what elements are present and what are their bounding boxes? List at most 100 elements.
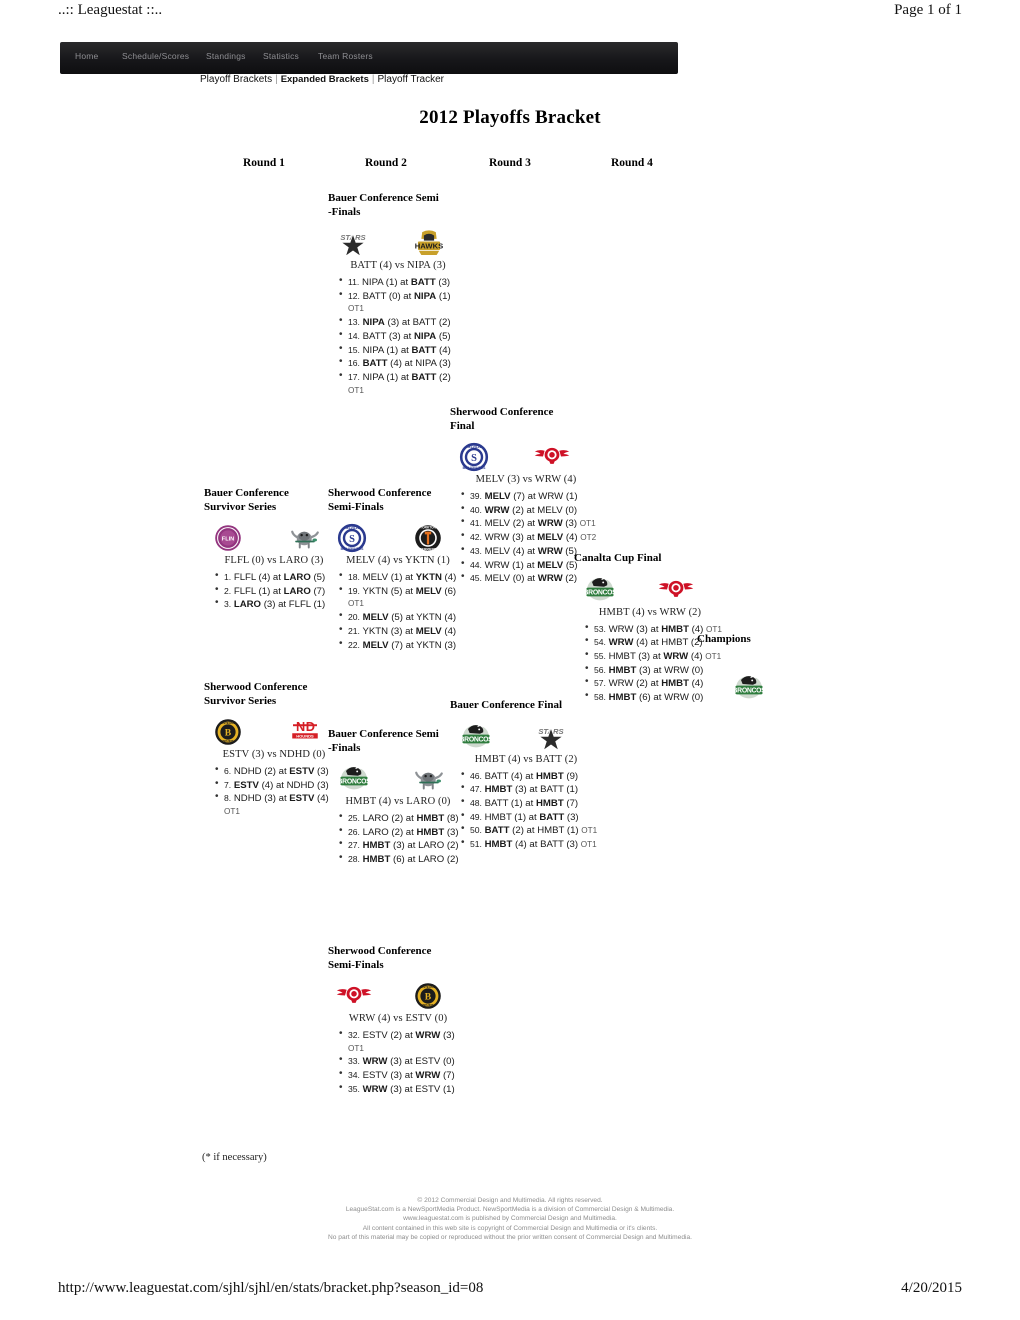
round-header-round-1: Round 1 [243, 157, 285, 169]
game-result: 3. LARO (3) at FLFL (1) [215, 597, 344, 612]
game-result: 34. ESTV (3) at WRW (7) [339, 1068, 468, 1083]
champions-logo: BRONCOS [731, 672, 775, 712]
game-result: 32. ESTV (2) at WRW (3) OT1 [339, 1028, 468, 1055]
game-result: 22. MELV (7) at YKTN (3) [339, 638, 468, 653]
svg-text:YORKTON: YORKTON [420, 526, 437, 530]
game-result: 16. BATT (4) at NIPA (3) [339, 356, 468, 371]
svg-text:ESTEVAN: ESTEVAN [421, 985, 434, 989]
series-game-list: 6. NDHD (2) at ESTV (3)7. ESTV (4) at ND… [204, 764, 344, 819]
print-header: ..:: Leaguestat ::.. Page 1 of 1 [0, 2, 1020, 28]
series-title: Sherwood Conference Survivor Series [204, 681, 308, 707]
round-header-round-2: Round 2 [365, 157, 407, 169]
svg-text:S: S [471, 453, 477, 464]
game-result: 57. WRW (2) at HMBT (4) [585, 676, 726, 691]
game-result: 13. NIPA (3) at BATT (2) [339, 315, 468, 330]
footer-line: www.leaguestat.com is published by Comme… [403, 1215, 617, 1223]
series-game-list: 1. FLFL (4) at LARO (5)2. FLFL (1) at LA… [204, 570, 344, 612]
svg-text:FLIN: FLIN [222, 536, 234, 542]
game-result: 56. HMBT (3) at WRW (0) [585, 663, 726, 678]
series-matchup: HMBT (4) vs LARO (0) [345, 796, 451, 807]
game-result: 20. MELV (5) at YKTN (4) [339, 610, 468, 625]
game-result: 58. HMBT (6) at WRW (0) [585, 690, 726, 705]
estv-bruins-logo: B ESTEVAN BRUINS [412, 980, 442, 1010]
svg-text:BRONCOS: BRONCOS [460, 736, 494, 743]
series-logos: B ESTEVAN BRUINS N D HOUNDS [204, 714, 344, 748]
subnav-item-playoff-brackets[interactable]: Playoff Brackets [200, 74, 272, 85]
game-result: 33. WRW (3) at ESTV (0) [339, 1054, 468, 1069]
if-necessary-note: (* if necessary) [202, 1152, 267, 1163]
game-result: 55. HMBT (3) at WRW (4) OT1 [585, 649, 726, 664]
batt-stars-logo: STARS [534, 721, 565, 751]
game-result: 2. FLFL (1) at LARO (7) [215, 584, 344, 599]
svg-text:S: S [349, 534, 355, 545]
subnav-item-expanded-brackets[interactable]: Expanded Brackets [281, 74, 369, 85]
series-title: Sherwood Conference Final [450, 406, 554, 432]
footer-line: All content contained in this web site i… [362, 1224, 658, 1232]
footer-line: © 2012 Commercial Design and Multimedia.… [417, 1197, 603, 1204]
series-title: Bauer Conference Semi -Finals [328, 192, 439, 218]
laro-logo [288, 522, 319, 552]
game-result: 1. FLFL (4) at LARO (5) [215, 570, 344, 585]
series-bauer-survivor-flfl-laro: Bauer Conference Survivor Series FLIN FLFL… [204, 487, 344, 612]
series-bauer-final-hmbt-batt: Bauer Conference FinalBRONCOSSTARSHMBT (… [450, 699, 602, 852]
series-matchup: WRW (4) vs ESTV (0) [348, 1013, 448, 1024]
game-result: 14. BATT (3) at NIPA (5) [339, 329, 468, 344]
series-matchup: ESTV (3) vs NDHD (0) [222, 749, 326, 760]
svg-text:BRONCOS: BRONCOS [338, 779, 372, 786]
svg-text:BRONCOS: BRONCOS [584, 589, 618, 596]
series-game-list: 18. MELV (1) at YKTN (4)19. YKTN (5) at … [328, 570, 468, 653]
game-result: 17. NIPA (1) at BATT (2) OT1 [339, 370, 468, 397]
svg-text:BRUINS: BRUINS [422, 1003, 433, 1007]
game-result: 12. BATT (0) at NIPA (1) OT1 [339, 289, 468, 316]
game-result: 46. BATT (4) at HMBT (9) [461, 769, 602, 784]
svg-text:B: B [225, 728, 232, 739]
series-bauer-semi-batt-nipa: Bauer Conference Semi -Finals STARS HAWKS B… [328, 192, 468, 397]
nav-item-home[interactable]: Home [75, 51, 98, 61]
site-footer: © 2012 Commercial Design and Multimedia.… [0, 1196, 1020, 1242]
footer-line: LeagueStat.com is a NewSportMedia Produc… [345, 1206, 675, 1214]
series-logos: STARS HAWKS [328, 225, 468, 259]
footer-line: No part of this material may be copied o… [328, 1233, 692, 1241]
series-title: Canalta Cup Final [574, 552, 662, 564]
round-header-round-3: Round 3 [489, 157, 531, 169]
nav-item-standings[interactable]: Standings [206, 51, 246, 61]
batt-stars-logo: STARS [336, 227, 367, 258]
flfl-logo: FLIN [212, 522, 242, 552]
series-sherwood-semi-wrw-estv: Sherwood Conference Semi-Finals B ESTEVAN B… [328, 945, 468, 1097]
series-sherwood-semi-melv-yktn: Sherwood Conference Semi-Finals S MELVILLE… [328, 487, 468, 652]
series-matchup: MELV (4) vs YKTN (1) [346, 555, 450, 566]
svg-text:HAWKS: HAWKS [415, 242, 443, 251]
nav-item-schedule-scores[interactable]: Schedule/Scores [122, 51, 189, 61]
wrw-wings-logo [534, 441, 570, 471]
game-result: 49. HMBT (1) at BATT (3) [461, 810, 602, 825]
svg-text:TERRIERS: TERRIERS [420, 547, 436, 551]
series-game-list: 11. NIPA (1) at BATT (3)12. BATT (0) at … [328, 275, 468, 397]
game-result: 41. MELV (2) at WRW (3) OT1 [461, 516, 602, 531]
game-result: 48. BATT (1) at HMBT (7) [461, 796, 602, 811]
svg-text:ESTEVAN: ESTEVAN [221, 721, 234, 725]
melv-millionaires-logo: S MELVILLE MILLIONAIRES [336, 522, 367, 553]
game-result: 11. NIPA (1) at BATT (3) [339, 275, 468, 290]
print-header-page: Page 1 of 1 [894, 2, 962, 18]
svg-text:BRONCOS: BRONCOS [733, 688, 767, 695]
game-result: 39. MELV (7) at WRW (1) [461, 489, 602, 504]
series-title: Bauer Conference Survivor Series [204, 487, 289, 513]
wrw-wings-logo [658, 574, 694, 604]
series-game-list: 25. LARO (2) at HMBT (8)26. LARO (2) at … [328, 811, 468, 867]
yktn-terriers-logo: YORKTON TERRIERS [412, 522, 442, 552]
hmbt-broncos-logo: BRONCOS [336, 763, 372, 793]
series-logos: BRONCOS [328, 761, 468, 795]
series-game-list: 32. ESTV (2) at WRW (3) OT133. WRW (3) a… [328, 1028, 468, 1097]
series-bauer-semi-hmbt-laro: Bauer Conference Semi -Finals BRONCOS HMBT… [328, 728, 468, 867]
nav-item-team-rosters[interactable]: Team Rosters [318, 51, 373, 61]
game-result: 51. HMBT (4) at BATT (3) OT1 [461, 837, 602, 852]
series-matchup: MELV (3) vs WRW (4) [475, 474, 577, 485]
series-title: Sherwood Conference Semi-Finals [328, 487, 432, 513]
series-game-list: 46. BATT (4) at HMBT (9)47. HMBT (3) at … [450, 769, 602, 852]
nav-item-statistics[interactable]: Statistics [263, 51, 299, 61]
series-sherwood-survivor-estv-ndhd: Sherwood Conference Survivor Series B ESTE… [204, 681, 344, 819]
subnav-item-playoff-tracker[interactable]: Playoff Tracker [377, 74, 444, 85]
wrw-wings-logo [336, 980, 372, 1010]
game-result: 6. NDHD (2) at ESTV (3) [215, 764, 344, 779]
game-result: 40. WRW (2) at MELV (0) [461, 503, 602, 518]
